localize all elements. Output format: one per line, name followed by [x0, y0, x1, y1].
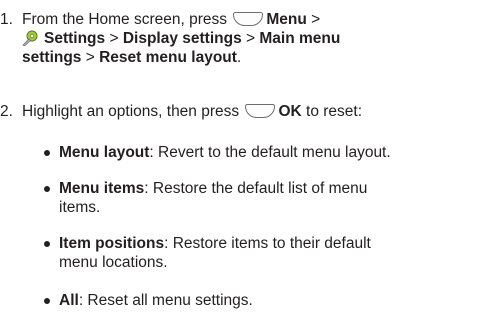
option-line: Menu items: Restore the default list of … [59, 179, 489, 198]
bullet-dot [44, 186, 50, 192]
step-number: 1. [0, 11, 13, 28]
option-text: Menu layout: Revert to the default menu … [59, 143, 489, 162]
option-text: Menu items: Restore the default list of … [59, 179, 489, 217]
option-term: Menu layout [59, 144, 150, 161]
option-line: All: Reset all menu settings. [59, 291, 489, 310]
reset-menu-layout-label: Reset menu layout [99, 49, 237, 66]
option-text: All: Reset all menu settings. [59, 291, 489, 310]
option-term: Menu items [59, 180, 145, 197]
option-desc: : Restore the default list of menu [144, 180, 368, 197]
separator: > [241, 30, 260, 47]
ok-key-label: OK [278, 103, 302, 120]
separator: > [306, 11, 321, 28]
step-1-intro: From the Home screen, press [22, 11, 228, 28]
option-desc: : Reset all menu settings. [78, 292, 253, 309]
option-line-2: menu locations. [59, 254, 168, 271]
bullet-dot [44, 298, 50, 304]
option-text: Item positions: Restore items to their d… [59, 234, 489, 272]
display-settings-label: Display settings [122, 30, 242, 47]
bullet-dot [44, 241, 50, 247]
step-2-text: Highlight an options, then press OK to r… [22, 102, 492, 121]
main-menu-settings-label: settings [22, 49, 82, 66]
step-1-text: From the Home screen, press Menu > Setti… [22, 10, 492, 67]
main-menu-label: Main menu [259, 30, 341, 47]
option-line-2: items. [59, 199, 101, 216]
settings-label: Settings [44, 30, 106, 47]
instructions-document: 1. From the Home screen, press Menu > Se… [0, 0, 502, 320]
settings-gear-icon [22, 30, 38, 46]
menu-key-label: Menu [266, 11, 307, 28]
option-term: All [59, 292, 79, 309]
option-line: Item positions: Restore items to their d… [59, 234, 489, 253]
separator: > [81, 49, 100, 66]
period: . [236, 49, 242, 66]
step-1-line-1: From the Home screen, press Menu > [22, 10, 492, 29]
step-2-intro: Highlight an options, then press [22, 103, 240, 120]
separator: > [105, 30, 123, 47]
step-1-line-2: Settings > Display settings > Main menu [22, 29, 492, 48]
step-2-outro: to reset: [301, 103, 363, 120]
option-desc: : Restore items to their default [164, 235, 371, 252]
soft-key-icon [233, 12, 264, 26]
bullet-dot [44, 150, 50, 156]
step-1-line-3: settings > Reset menu layout. [22, 48, 492, 67]
step-2-line-1: Highlight an options, then press OK to r… [22, 102, 492, 121]
option-term: Item positions [59, 235, 165, 252]
soft-key-icon [245, 104, 276, 118]
step-number: 2. [0, 103, 13, 120]
option-line: Menu layout: Revert to the default menu … [59, 143, 489, 162]
option-desc: : Revert to the default menu layout. [149, 144, 391, 161]
